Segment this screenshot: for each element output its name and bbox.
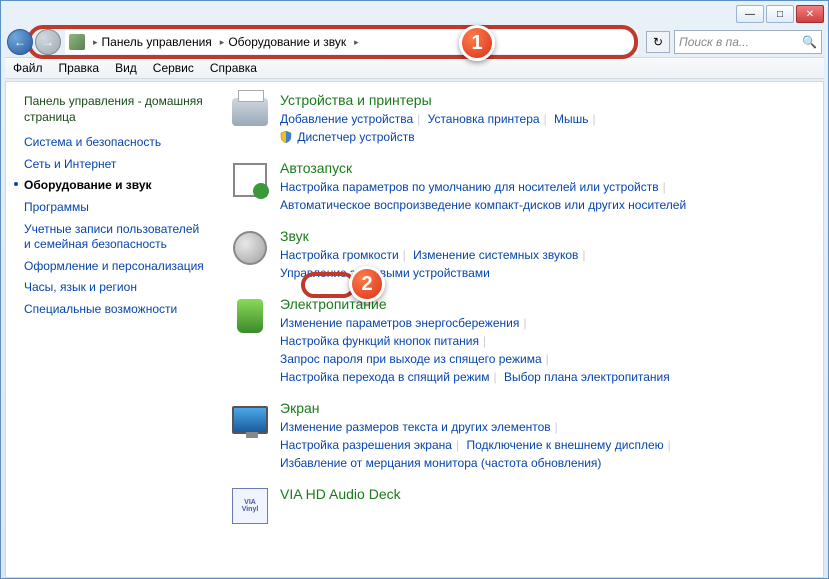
link-autoplay-cd[interactable]: Автоматическое воспроизведение компакт-д…: [280, 198, 686, 212]
back-button[interactable]: ←: [7, 29, 33, 55]
menu-file[interactable]: Файл: [13, 61, 43, 75]
refresh-icon: ↻: [653, 35, 663, 49]
sidebar-home-link[interactable]: Панель управления - домашняя страница: [24, 94, 208, 125]
control-panel-icon: [69, 34, 85, 50]
printer-icon: [230, 92, 270, 132]
category-sound: Звук Настройка громкости| Изменение сист…: [230, 228, 809, 282]
annotation-marker-1: 1: [459, 25, 495, 61]
annotation-marker-2: 2: [349, 266, 385, 302]
titlebar: — □ ✕: [1, 1, 828, 27]
link-device-manager[interactable]: Диспетчер устройств: [297, 130, 414, 144]
sidebar-item-network[interactable]: Сеть и Интернет: [24, 157, 208, 173]
link-sleep[interactable]: Настройка перехода в спящий режим: [280, 370, 489, 384]
chevron-right-icon: ▸: [354, 37, 359, 48]
link-refresh-rate[interactable]: Избавление от мерцания монитора (частота…: [280, 456, 601, 470]
link-external-display[interactable]: Подключение к внешнему дисплею: [466, 438, 663, 452]
sidebar-list: Система и безопасность Сеть и Интернет О…: [24, 135, 208, 317]
category-power: Электропитание Изменение параметров энер…: [230, 296, 809, 386]
minimize-button[interactable]: —: [736, 5, 764, 23]
link-power-save[interactable]: Изменение параметров энергосбережения: [280, 316, 519, 330]
sidebar-item-system[interactable]: Система и безопасность: [24, 135, 208, 151]
breadcrumb-item-2[interactable]: ▸Оборудование и звук▸: [216, 35, 363, 49]
address-bar[interactable]: ▸Панель управления ▸Оборудование и звук▸: [65, 30, 638, 54]
sidebar: Панель управления - домашняя страница Си…: [6, 82, 216, 577]
link-power-buttons[interactable]: Настройка функций кнопок питания: [280, 334, 479, 348]
link-text-size[interactable]: Изменение размеров текста и других элеме…: [280, 420, 551, 434]
close-button[interactable]: ✕: [796, 5, 824, 23]
battery-icon: [230, 296, 270, 336]
chevron-right-icon: ▸: [93, 37, 98, 48]
sidebar-item-hardware[interactable]: Оборудование и звук: [24, 178, 208, 194]
menu-service[interactable]: Сервис: [153, 61, 194, 75]
menu-help[interactable]: Справка: [210, 61, 257, 75]
breadcrumb-item-1[interactable]: ▸Панель управления: [89, 35, 216, 49]
menu-view[interactable]: Вид: [115, 61, 137, 75]
devices-title[interactable]: Устройства и принтеры: [280, 92, 432, 108]
sidebar-item-programs[interactable]: Программы: [24, 200, 208, 216]
sidebar-item-accounts[interactable]: Учетные записи пользователей и семейная …: [24, 222, 208, 253]
monitor-icon: [230, 400, 270, 440]
sidebar-item-clock[interactable]: Часы, язык и регион: [24, 280, 208, 296]
link-password-wake[interactable]: Запрос пароля при выходе из спящего режи…: [280, 352, 542, 366]
link-resolution[interactable]: Настройка разрешения экрана: [280, 438, 452, 452]
via-icon: VIAVinyl: [230, 486, 270, 526]
search-placeholder: Поиск в па...: [679, 35, 749, 49]
category-autoplay: Автозапуск Настройка параметров по умолч…: [230, 160, 809, 214]
sidebar-item-accessibility[interactable]: Специальные возможности: [24, 302, 208, 318]
link-mouse[interactable]: Мышь: [554, 112, 589, 126]
link-volume[interactable]: Настройка громкости: [280, 248, 399, 262]
category-screen: Экран Изменение размеров текста и других…: [230, 400, 809, 472]
control-panel-window: — □ ✕ ← → ▸Панель управления ▸Оборудован…: [0, 0, 829, 579]
search-input[interactable]: Поиск в па... 🔍: [674, 30, 822, 54]
link-power-plan[interactable]: Выбор плана электропитания: [504, 370, 670, 384]
nav-row: ← → ▸Панель управления ▸Оборудование и з…: [1, 27, 828, 57]
autoplay-title[interactable]: Автозапуск: [280, 160, 352, 176]
refresh-button[interactable]: ↻: [646, 31, 670, 53]
link-system-sounds[interactable]: Изменение системных звуков: [413, 248, 578, 262]
screen-title[interactable]: Экран: [280, 400, 320, 416]
shield-icon: [280, 131, 292, 143]
link-install-printer[interactable]: Установка принтера: [428, 112, 540, 126]
sidebar-item-appearance[interactable]: Оформление и персонализация: [24, 259, 208, 275]
via-title[interactable]: VIA HD Audio Deck: [280, 486, 401, 502]
nav-arrows: ← →: [7, 29, 61, 55]
chevron-right-icon: ▸: [220, 37, 225, 48]
menu-edit[interactable]: Правка: [59, 61, 100, 75]
search-icon: 🔍: [802, 35, 817, 49]
menu-bar: Файл Правка Вид Сервис Справка: [5, 57, 824, 79]
forward-button[interactable]: →: [35, 29, 61, 55]
autoplay-icon: [230, 160, 270, 200]
category-devices: Устройства и принтеры Добавление устройс…: [230, 92, 809, 146]
link-add-device[interactable]: Добавление устройства: [280, 112, 413, 126]
maximize-button[interactable]: □: [766, 5, 794, 23]
main-panel: Устройства и принтеры Добавление устройс…: [216, 82, 823, 577]
speaker-icon: [230, 228, 270, 268]
link-audio-devices[interactable]: Управление звуковыми устройствами: [280, 266, 490, 280]
content-area: Панель управления - домашняя страница Си…: [5, 81, 824, 578]
sound-title[interactable]: Звук: [280, 228, 309, 244]
category-via: VIAVinyl VIA HD Audio Deck: [230, 486, 809, 526]
link-autoplay-defaults[interactable]: Настройка параметров по умолчанию для но…: [280, 180, 659, 194]
